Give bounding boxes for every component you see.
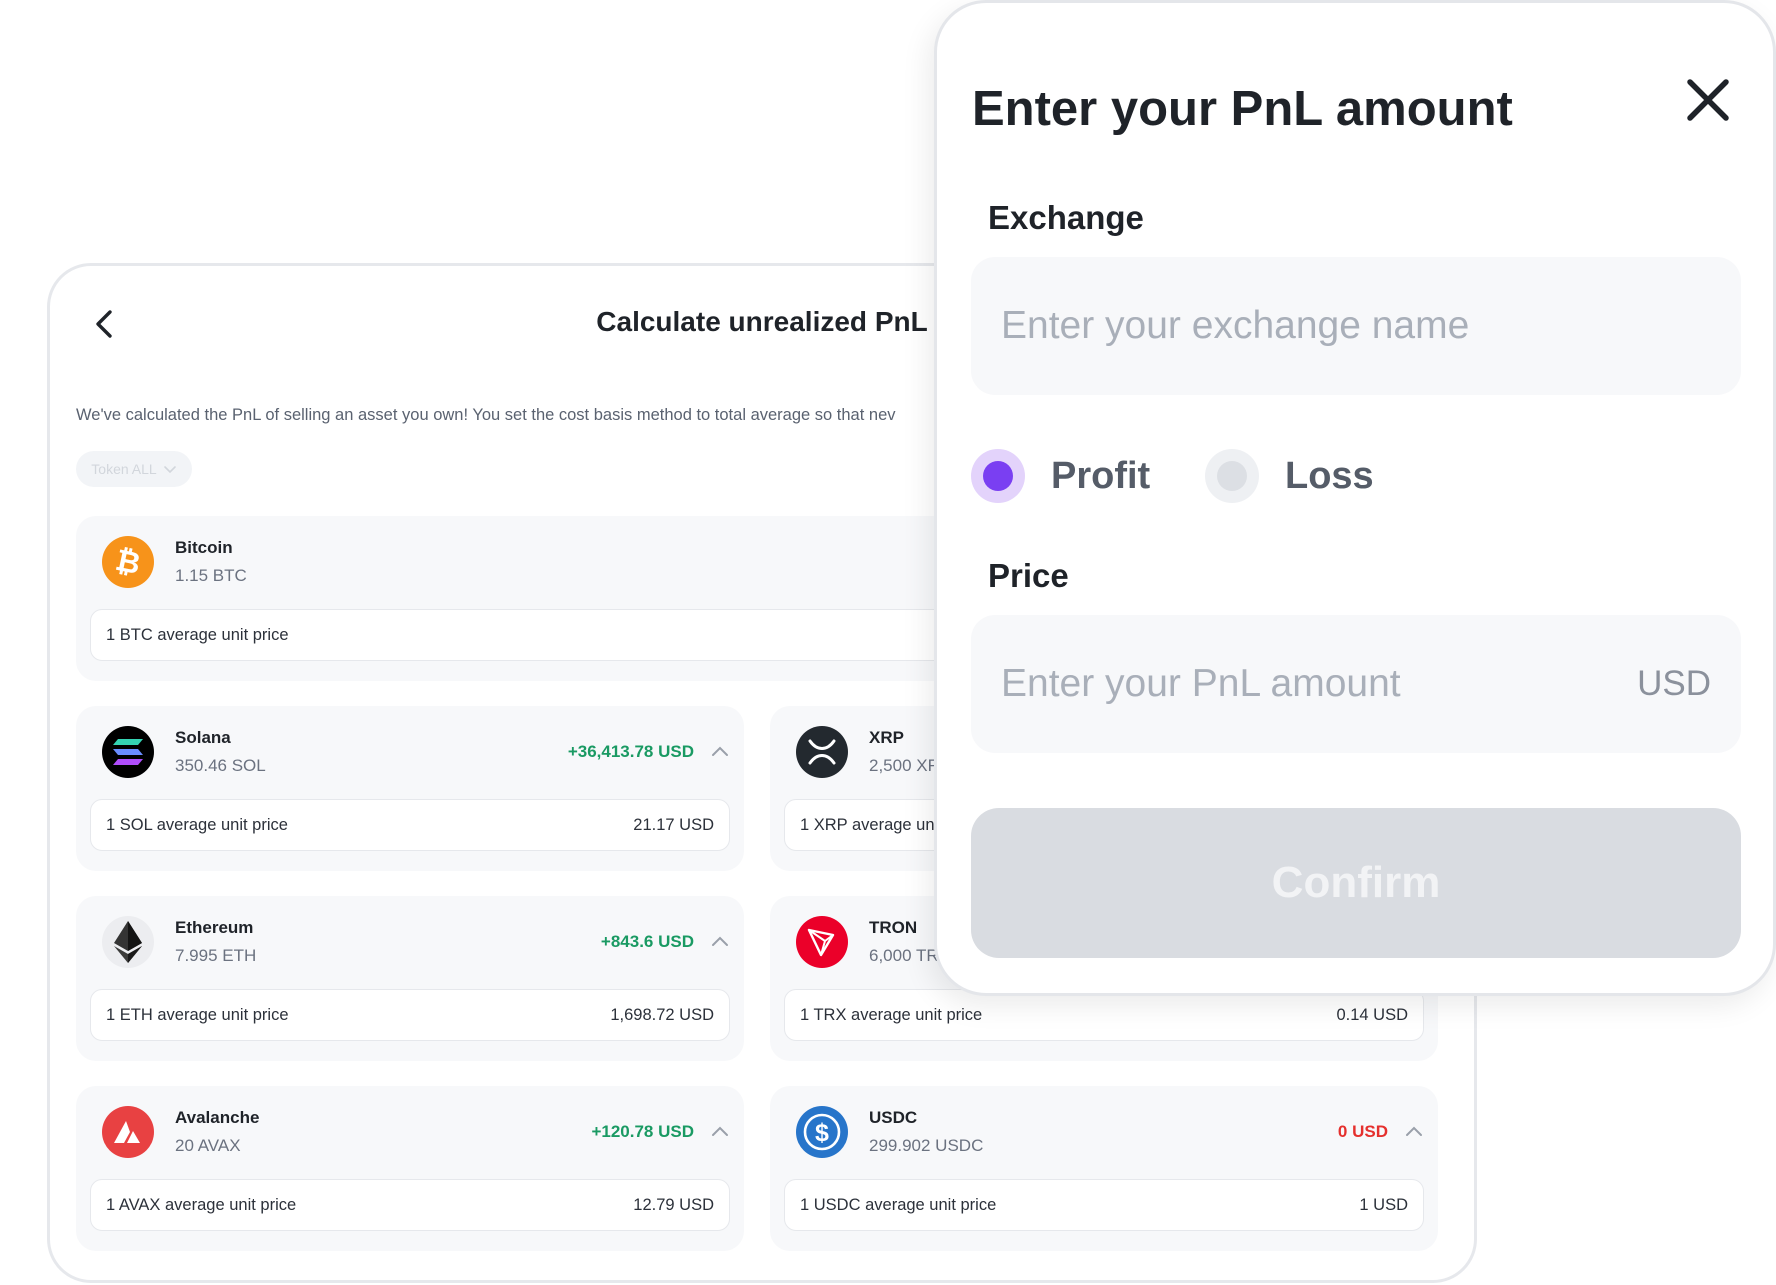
pnl-value: +120.78 USD — [591, 1122, 694, 1141]
asset-card-usdc[interactable]: $ USDC 299.902 USDC 0 USD 1 USDC average… — [770, 1086, 1438, 1251]
pnl-value: +843.6 USD — [600, 932, 694, 951]
asset-amount: 350.46 SOL — [175, 756, 266, 775]
close-icon — [1687, 79, 1729, 121]
chevron-down-icon — [163, 466, 176, 474]
description-text: We've calculated the PnL of selling an a… — [76, 406, 896, 424]
chevron-up-icon[interactable] — [710, 1122, 730, 1142]
pnl-value: +36,413.78 USD — [567, 742, 694, 761]
token-filter-dropdown[interactable]: Token ALL — [76, 451, 192, 487]
unit-price-value: 1 USD — [1359, 1195, 1408, 1214]
asset-name: Solana — [175, 728, 231, 747]
token-filter-label: Token ALL — [91, 461, 157, 477]
unit-price-value: 1,698.72 USD — [610, 1005, 714, 1024]
profit-radio-label: Profit — [1051, 454, 1151, 497]
chevron-up-icon[interactable] — [710, 932, 730, 952]
price-input-container: USD — [971, 615, 1741, 753]
exchange-input[interactable] — [1001, 257, 1711, 395]
asset-card-ethereum[interactable]: Ethereum 7.995 ETH +843.6 USD 1 ETH aver… — [76, 896, 744, 1061]
unit-price-row: 1 TRX average unit price 0.14 USD — [784, 989, 1424, 1041]
unit-price-row: 1 SOL average unit price 21.17 USD — [90, 799, 730, 851]
svg-text:₿: ₿ — [113, 544, 144, 581]
asset-card-solana[interactable]: Solana 350.46 SOL +36,413.78 USD 1 SOL a… — [76, 706, 744, 871]
asset-amount: 20 AVAX — [175, 1136, 241, 1155]
asset-amount: 1.15 BTC — [175, 566, 247, 585]
loss-radio[interactable]: Loss — [1205, 449, 1374, 503]
radio-unselected-indicator — [1205, 449, 1259, 503]
xrp-icon — [796, 726, 848, 778]
unit-price-label: 1 BTC average unit price — [106, 625, 289, 644]
asset-name: Bitcoin — [175, 538, 233, 557]
confirm-button[interactable]: Confirm — [971, 808, 1741, 958]
asset-name: USDC — [869, 1108, 918, 1127]
asset-name: Avalanche — [175, 1108, 260, 1127]
asset-amount: 299.902 USDC — [869, 1136, 984, 1155]
usdc-icon: $ — [796, 1106, 848, 1158]
close-button[interactable] — [1683, 75, 1733, 125]
unit-price-label: 1 SOL average unit price — [106, 815, 288, 834]
asset-name: XRP — [869, 728, 904, 747]
currency-suffix: USD — [1637, 664, 1711, 703]
unit-price-label: 1 AVAX average unit price — [106, 1195, 297, 1214]
unit-price-row: 1 ETH average unit price 1,698.72 USD — [90, 989, 730, 1041]
asset-name: Ethereum — [175, 918, 254, 937]
pnl-amount-input[interactable] — [1001, 615, 1601, 753]
unit-price-label: 1 TRX average unit price — [800, 1005, 983, 1024]
asset-amount: 7.995 ETH — [175, 946, 257, 965]
unit-price-row: 1 AVAX average unit price 12.79 USD — [90, 1179, 730, 1231]
chevron-up-icon[interactable] — [1404, 1122, 1424, 1142]
profit-radio[interactable]: Profit — [971, 449, 1150, 503]
asset-card-avalanche[interactable]: Avalanche 20 AVAX +120.78 USD 1 AVAX ave… — [76, 1086, 744, 1251]
avalanche-icon — [102, 1106, 154, 1158]
unit-price-row: 1 USDC average unit price 1 USD — [784, 1179, 1424, 1231]
unit-price-value: 0.14 USD — [1336, 1005, 1408, 1024]
solana-icon — [102, 726, 154, 778]
tron-icon — [796, 916, 848, 968]
pnl-amount-modal: Enter your PnL amount Exchange Profit Lo… — [934, 0, 1776, 996]
unit-price-label: 1 USDC average unit price — [800, 1195, 997, 1214]
radio-selected-indicator — [971, 449, 1025, 503]
chevron-up-icon[interactable] — [710, 742, 730, 762]
exchange-input-container — [971, 257, 1741, 395]
loss-radio-label: Loss — [1285, 454, 1374, 497]
ethereum-icon — [102, 916, 154, 968]
modal-title: Enter your PnL amount — [972, 82, 1513, 136]
svg-text:$: $ — [815, 1119, 829, 1147]
unit-price-label: 1 ETH average unit price — [106, 1005, 289, 1024]
unit-price-value: 21.17 USD — [633, 815, 714, 834]
unit-price-value: 12.79 USD — [633, 1195, 714, 1214]
exchange-label: Exchange — [988, 199, 1144, 236]
price-label: Price — [988, 557, 1069, 594]
bitcoin-icon: ₿ — [102, 536, 154, 588]
pnl-value: 0 USD — [1337, 1122, 1388, 1141]
asset-name: TRON — [869, 918, 918, 937]
